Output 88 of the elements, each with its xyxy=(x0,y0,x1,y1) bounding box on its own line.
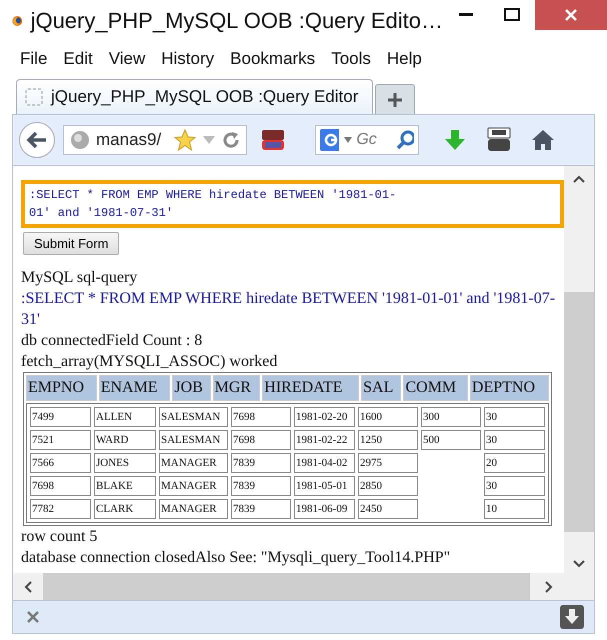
menu-item[interactable]: Tools xyxy=(323,49,379,69)
table-cell: ALLEN xyxy=(94,407,156,427)
table-cell: 30 xyxy=(484,430,545,450)
menu-item[interactable]: View xyxy=(100,49,154,69)
column-header: HIREDATE xyxy=(262,375,360,401)
table-cell: 300 xyxy=(421,407,481,427)
scroll-left-icon[interactable] xyxy=(23,580,33,594)
globe-icon xyxy=(70,130,90,150)
table-cell: MANAGER xyxy=(159,476,228,496)
table-cell: 30 xyxy=(484,476,545,496)
table-cell: 500 xyxy=(421,430,481,450)
search-bar[interactable]: Gc xyxy=(315,125,419,155)
maximize-icon xyxy=(504,8,520,22)
column-header: SAL xyxy=(361,375,402,401)
table-cell: 2975 xyxy=(358,453,418,473)
column-header: EMPNO xyxy=(26,375,97,401)
table-cell: 7566 xyxy=(30,453,91,473)
back-arrow-icon xyxy=(26,131,48,149)
table-cell: 30 xyxy=(484,407,545,427)
table-cell: 1250 xyxy=(358,430,418,450)
close-icon xyxy=(564,8,578,22)
table-cell: SALESMAN xyxy=(159,407,228,427)
column-header: MGR xyxy=(212,375,260,401)
table-cell: 2450 xyxy=(358,499,418,519)
vertical-scrollbar[interactable] xyxy=(564,166,594,573)
search-engine-icon[interactable] xyxy=(320,129,340,151)
query-textarea[interactable]: :SELECT * FROM EMP WHERE hiredate BETWEEN '1981-01-01' and '1981-07-31' xyxy=(21,180,564,228)
table-cell: 10 xyxy=(484,499,545,519)
table-cell: 7782 xyxy=(30,499,91,519)
table-cell: 7839 xyxy=(231,476,291,496)
table-cell: 7499 xyxy=(30,407,91,427)
close-button[interactable] xyxy=(535,0,607,30)
new-tab-button[interactable] xyxy=(375,84,416,114)
table-cell: 2850 xyxy=(358,476,418,496)
submit-button[interactable]: Submit Form xyxy=(23,232,120,255)
menu-item[interactable]: File xyxy=(12,49,56,69)
table-cell: 1981-05-01 xyxy=(294,476,355,496)
browser-tab[interactable]: jQuery_PHP_MySQL OOB :Query Editor xyxy=(16,79,374,114)
table-cell: 7839 xyxy=(231,453,291,473)
column-header: ENAME xyxy=(98,375,170,401)
table-cell: 1981-04-02 xyxy=(294,453,355,473)
plus-icon xyxy=(386,90,404,108)
menu-item[interactable]: Help xyxy=(378,49,430,69)
table-cell: 7698 xyxy=(30,476,91,496)
table-cell: 7521 xyxy=(30,430,91,450)
output-text: MySQL sql-query xyxy=(21,268,138,288)
table-cell: 1981-02-20 xyxy=(294,407,355,427)
column-header: DEPTNO xyxy=(470,375,549,401)
dropdown-icon[interactable] xyxy=(343,136,352,144)
back-button[interactable] xyxy=(19,122,55,158)
page-icon xyxy=(25,88,43,106)
column-header: COMM xyxy=(403,375,468,401)
window-title: jQuery_PHP_MySQL OOB :Query Edito… xyxy=(30,8,443,34)
table-cell: 1981-02-22 xyxy=(294,430,355,450)
star-icon[interactable] xyxy=(174,129,196,151)
table-cell: WARD xyxy=(94,430,156,450)
table-cell: 7698 xyxy=(231,407,291,427)
table-cell: SALESMAN xyxy=(159,430,228,450)
table-cell: 20 xyxy=(484,453,545,473)
output-text: db connectedField Count : 8 xyxy=(21,331,204,351)
address-text: manas9/ xyxy=(96,130,162,150)
table-cell: 7698 xyxy=(231,430,291,450)
reload-icon[interactable] xyxy=(222,131,240,149)
minimize-icon xyxy=(459,13,473,17)
table-cell: MANAGER xyxy=(159,453,228,473)
table-cell: 1981-06-09 xyxy=(294,499,355,519)
output-text: row count 5 xyxy=(21,527,98,547)
download-icon[interactable] xyxy=(560,605,584,629)
column-header: JOB xyxy=(172,375,211,401)
table-cell: 7839 xyxy=(231,499,291,519)
table-cell: CLARK xyxy=(94,499,156,519)
horizontal-scrollbar[interactable] xyxy=(13,573,594,600)
table-cell: MANAGER xyxy=(159,499,228,519)
search-icon[interactable] xyxy=(396,130,414,150)
table-cell: 1600 xyxy=(358,407,418,427)
scroll-down-icon[interactable] xyxy=(572,559,586,569)
menu-item[interactable]: History xyxy=(153,49,222,69)
scroll-right-icon[interactable] xyxy=(544,580,554,594)
menu-item[interactable]: Edit xyxy=(55,49,101,69)
output-text: fetch_array(MYSQLI_ASSOC) worked xyxy=(21,352,278,372)
table-cell: JONES xyxy=(94,453,156,473)
query-text: :SELECT * FROM EMP WHERE hiredate BETWEEN '1981-01-01' and '1981-07-31' xyxy=(21,289,556,330)
table-cell: BLAKE xyxy=(94,476,156,496)
output-text: database connection closedAlso See: "Mysqli_query_Tool14.PHP" xyxy=(21,548,452,568)
scroll-up-icon[interactable] xyxy=(572,174,586,184)
close-icon[interactable] xyxy=(27,611,39,623)
address-bar[interactable]: manas9/ xyxy=(63,125,247,155)
menu-item[interactable]: Bookmarks xyxy=(222,49,324,69)
